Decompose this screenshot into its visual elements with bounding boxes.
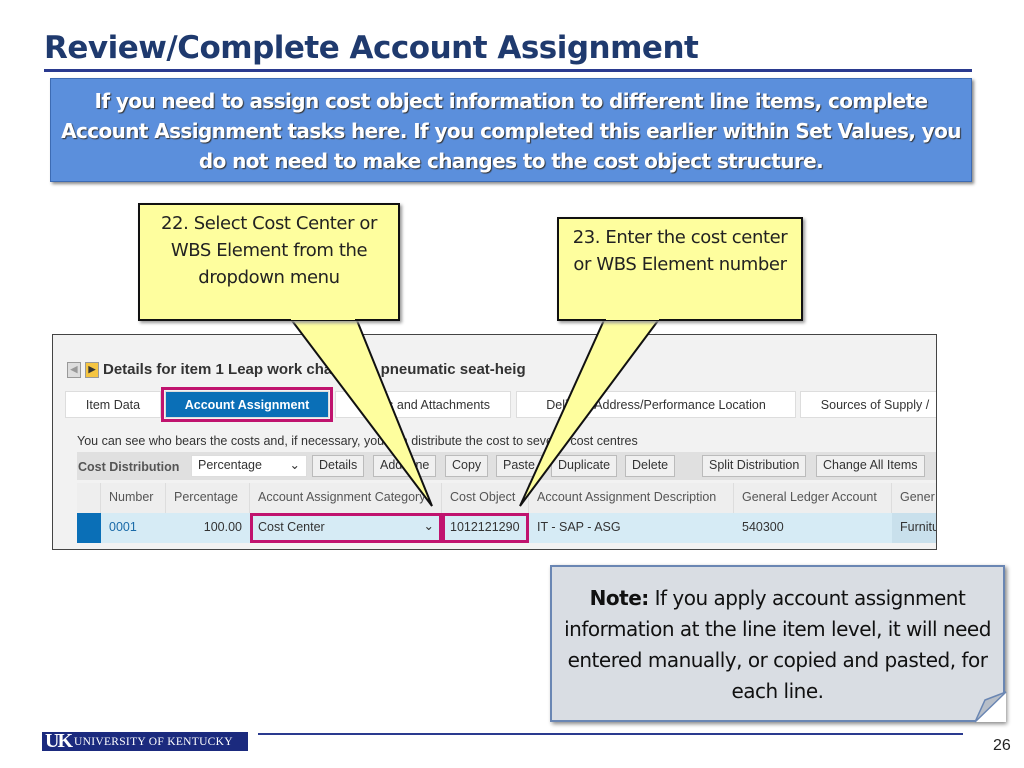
column-header-gl-account: General Ledger Account (734, 483, 892, 513)
duplicate-button[interactable]: Duplicate (551, 455, 618, 477)
column-header-description: Account Assignment Description (529, 483, 734, 513)
cell-number[interactable]: 0001 (101, 513, 166, 543)
distribution-value: Percentage (198, 458, 262, 472)
row-selector[interactable] (77, 513, 101, 543)
change-all-items-button[interactable]: Change All Items (816, 455, 925, 477)
distribution-select[interactable]: Percentage ⌄ (191, 455, 307, 477)
select-column-header (77, 483, 101, 513)
sap-screenshot: ◀ ▶ Details for item 1 Leap work chair w… (52, 334, 937, 550)
cost-object-input[interactable]: 1012121290 (442, 513, 529, 543)
column-header-general: Gener (892, 483, 936, 513)
account-assignment-category-select[interactable]: Cost Center ⌄ (250, 513, 442, 543)
column-header-percentage: Percentage (166, 483, 250, 513)
tab-sources-of-supply[interactable]: Sources of Supply / (800, 391, 936, 418)
column-header-cost-object: Cost Object (442, 483, 529, 513)
page-number: 26 (993, 737, 1011, 754)
slide-title: Review/Complete Account Assignment (44, 30, 699, 66)
tab-delivery-address[interactable]: Delivery Address/Performance Location (516, 391, 796, 418)
cost-distribution-label: Cost Distribution (78, 460, 180, 474)
add-line-button[interactable]: Add Line (373, 455, 437, 477)
note-label: Note: (589, 586, 650, 610)
tab-notes-attachments[interactable]: Notes and Attachments (335, 391, 511, 418)
cell-gl-account[interactable]: 540300 (734, 513, 892, 543)
instruction-banner: If you need to assign cost object inform… (50, 78, 972, 182)
copy-button[interactable]: Copy (445, 455, 489, 477)
chevron-down-icon: ⌄ (289, 458, 300, 472)
info-text: You can see who bears the costs and, if … (77, 434, 638, 448)
split-distribution-button[interactable]: Split Distribution (702, 455, 807, 477)
callout-step-22: 22. Select Cost Center or WBS Element fr… (138, 203, 400, 321)
next-item-icon[interactable]: ▶ (85, 361, 99, 378)
tab-account-assignment[interactable]: Account Assignment (161, 387, 333, 422)
tab-item-data[interactable]: Item Data (65, 391, 161, 418)
previous-item-icon[interactable]: ◀ (67, 361, 81, 378)
paste-button[interactable]: Paste (496, 455, 542, 477)
title-divider (44, 69, 972, 72)
item-details-header: ◀ ▶ Details for item 1 Leap work chair w… (67, 361, 526, 378)
column-header-number: Number (101, 483, 166, 513)
cell-percentage[interactable]: 100.00 (166, 513, 250, 543)
delete-button[interactable]: Delete (625, 455, 676, 477)
item-title: Details for item 1 Leap work chair with … (103, 361, 526, 378)
details-button[interactable]: Details (312, 455, 365, 477)
column-header-category: Account Assignment Category (250, 483, 442, 513)
callout-step-23: 23. Enter the cost center or WBS Element… (557, 217, 803, 321)
university-logo: UK UNIVERSITY OF KENTUCKY (42, 730, 248, 752)
cell-general: Furnitu (892, 513, 936, 543)
cell-description: IT - SAP - ASG (529, 513, 734, 543)
cost-distribution-toolbar: Cost Distribution Percentage ⌄ Details Ad… (77, 452, 936, 480)
chevron-down-icon: ⌄ (423, 519, 434, 533)
footer-divider (258, 733, 963, 735)
category-value: Cost Center (258, 520, 325, 534)
note-box: Note: If you apply account assignment in… (550, 565, 1005, 722)
